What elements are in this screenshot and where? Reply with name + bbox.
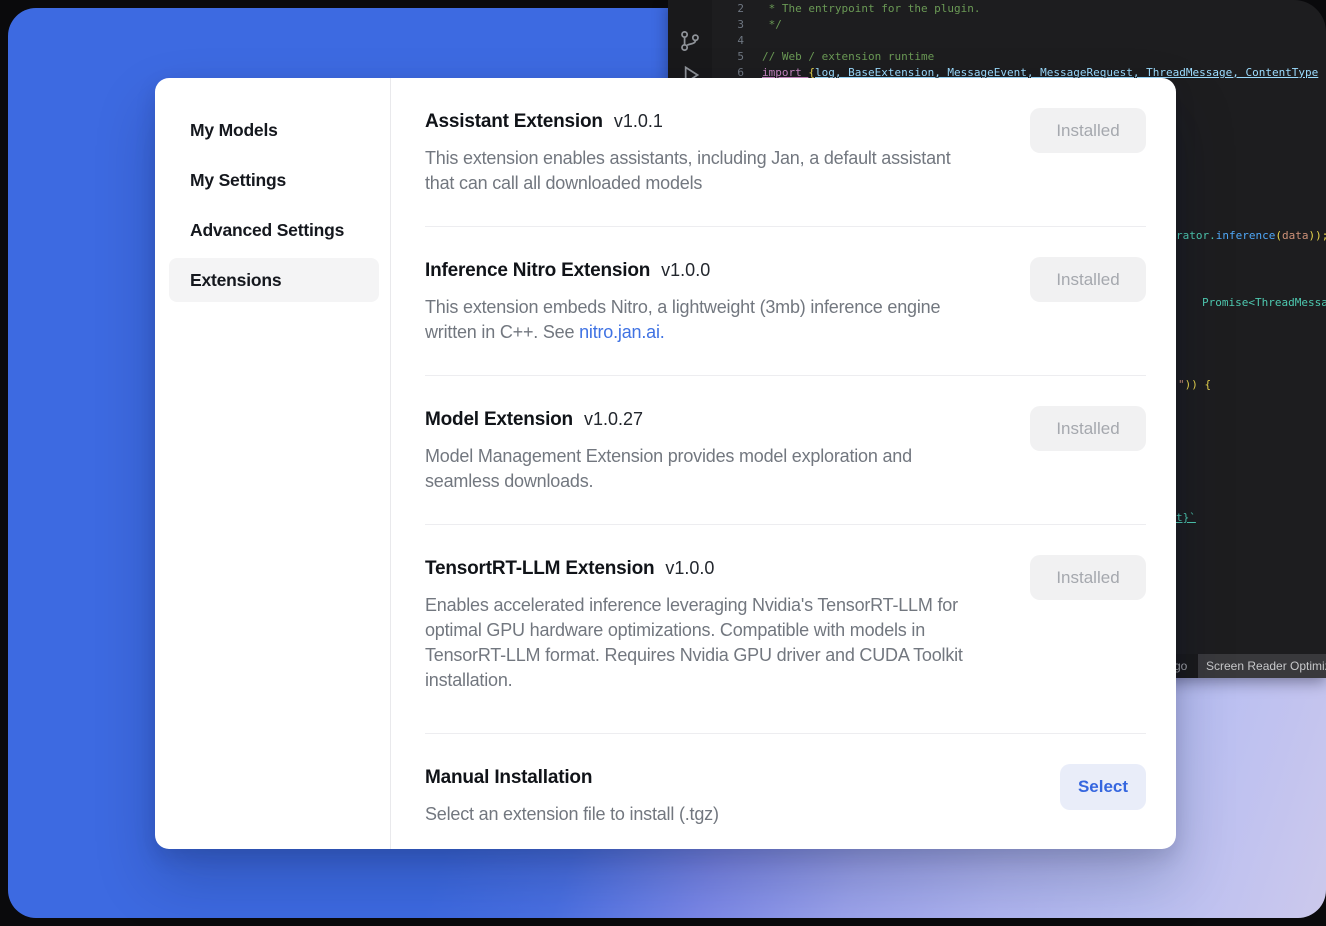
extension-row-tensorrt: TensortRT-LLM Extension v1.0.0 Enables a… [425, 525, 1146, 734]
extension-description: Model Management Extension provides mode… [425, 444, 994, 494]
extension-row-nitro: Inference Nitro Extension v1.0.0 This ex… [425, 227, 1146, 376]
extensions-list: Assistant Extension v1.0.1 This extensio… [391, 78, 1176, 849]
sidebar-item-advanced-settings[interactable]: Advanced Settings [169, 208, 379, 252]
sidebar-item-extensions[interactable]: Extensions [169, 258, 379, 302]
extension-name: Inference Nitro Extension [425, 258, 650, 284]
extension-row-model: Model Extension v1.0.27 Model Management… [425, 376, 1146, 525]
manual-installation-title: Manual Installation [425, 765, 592, 791]
line-numbers: 23456 [720, 1, 744, 81]
code-lines: * The entrypoint for the plugin. */// We… [762, 1, 1318, 81]
status-language[interactable]: go [1174, 659, 1187, 673]
extension-row-assistant: Assistant Extension v1.0.1 This extensio… [425, 78, 1146, 227]
code-fragment-inference: rator.inference(data)); [1176, 228, 1326, 244]
sidebar-item-my-settings[interactable]: My Settings [169, 158, 379, 202]
extension-version: v1.0.0 [661, 260, 710, 281]
installed-button[interactable]: Installed [1030, 555, 1146, 600]
extension-description: Enables accelerated inference leveraging… [425, 593, 994, 693]
extension-name: Model Extension [425, 407, 573, 433]
extension-name: TensortRT-LLM Extension [425, 556, 654, 582]
desktop: 23456 * The entrypoint for the plugin. *… [0, 0, 1326, 926]
extension-description: This extension embeds Nitro, a lightweig… [425, 295, 994, 345]
code-fragment-promise: Promise<ThreadMessage> [1202, 295, 1326, 311]
extension-version: v1.0.27 [584, 409, 643, 430]
sidebar-item-my-models[interactable]: My Models [169, 108, 379, 152]
installed-button[interactable]: Installed [1030, 406, 1146, 451]
extension-name: Assistant Extension [425, 109, 603, 135]
manual-installation-row: Manual Installation Select an extension … [425, 734, 1146, 857]
select-button[interactable]: Select [1060, 764, 1146, 810]
source-control-icon[interactable] [677, 28, 703, 54]
installed-button[interactable]: Installed [1030, 257, 1146, 302]
extension-description: This extension enables assistants, inclu… [425, 146, 994, 196]
installed-button[interactable]: Installed [1030, 108, 1146, 153]
status-screen-reader[interactable]: Screen Reader Optimized [1198, 654, 1326, 678]
manual-installation-description: Select an extension file to install (.tg… [425, 802, 1024, 827]
settings-modal: My Models My Settings Advanced Settings … [155, 78, 1176, 849]
nitro-link[interactable]: nitro.jan.ai. [579, 322, 664, 342]
extension-version: v1.0.1 [614, 111, 663, 132]
code-fragment-brace: ")) { [1178, 377, 1211, 393]
extension-version: v1.0.0 [665, 558, 714, 579]
code-fragment-template: t}` [1176, 510, 1196, 526]
settings-sidebar: My Models My Settings Advanced Settings … [155, 78, 391, 849]
